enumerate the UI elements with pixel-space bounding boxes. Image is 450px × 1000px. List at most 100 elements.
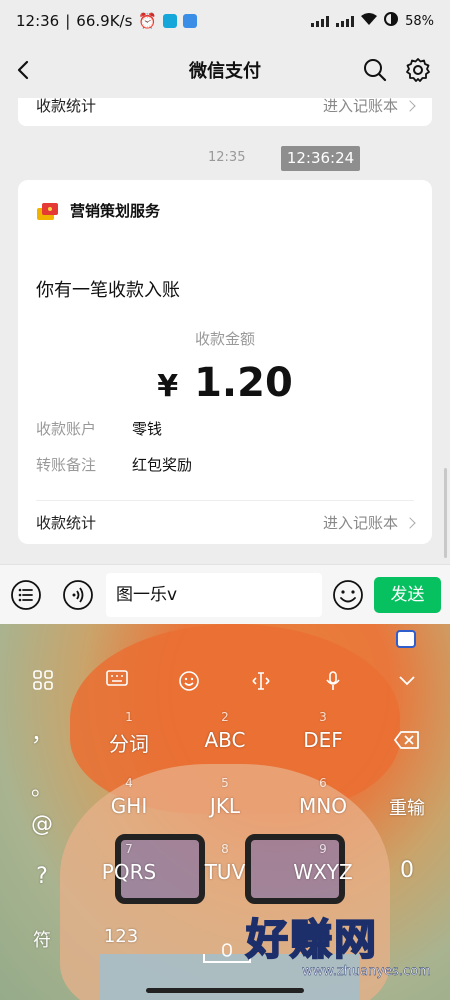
ledger-link[interactable]: 进入记账本	[322, 98, 416, 116]
emoji-icon[interactable]	[178, 670, 200, 692]
message-notification-icon	[183, 14, 198, 28]
key-number: 2	[221, 710, 229, 724]
t9-key-1[interactable]: 1 分词	[96, 710, 162, 756]
keyboard: ， 。 @ ? 符 1 分词 2 ABC 3 DEF 4 GHI 5 JKL 6…	[0, 624, 450, 1000]
ledger-link-text: 进入记账本	[322, 514, 398, 532]
key-label: DEF	[303, 728, 343, 752]
key-number: 6	[319, 776, 327, 790]
t9-key-5[interactable]: 5 JKL	[192, 776, 258, 822]
chevron-right-icon	[404, 516, 416, 529]
alarm-icon: ⏰	[138, 12, 158, 30]
voice-icon[interactable]	[62, 579, 94, 611]
t9-key-7[interactable]: 7 PQRS	[90, 842, 168, 888]
remark-label: 转账备注	[36, 456, 97, 474]
at-key[interactable]: @	[22, 812, 62, 837]
previous-message-card[interactable]: 收款统计 进入记账本	[18, 98, 432, 126]
reset-key[interactable]: 重输	[384, 794, 430, 820]
emoji-icon[interactable]	[332, 579, 364, 611]
key-number: 8	[221, 842, 229, 856]
signal-icon	[311, 15, 330, 27]
t9-key-2[interactable]: 2 ABC	[192, 710, 258, 756]
input-bar: 图一乐v 发送	[0, 564, 450, 624]
t9-key-8[interactable]: 8 TUV	[192, 842, 258, 888]
ledger-link[interactable]: 进入记账本	[322, 512, 416, 533]
numeric-key[interactable]: 123	[96, 924, 146, 954]
currency-symbol: ¥	[157, 369, 179, 404]
amount-value: 1.20	[194, 360, 293, 406]
network-speed: 66.9K/s	[76, 12, 133, 30]
key-label: TUV	[204, 860, 246, 884]
key-number: 1	[125, 710, 133, 724]
watermark-text: 好赚网	[245, 914, 379, 965]
search-icon[interactable]	[362, 57, 388, 83]
card-divider	[36, 500, 414, 501]
remark-row: 转账备注 红包奖励	[36, 454, 192, 475]
ledger-link-text: 进入记账本	[322, 98, 398, 115]
key-number: 9	[319, 842, 327, 856]
back-icon[interactable]	[10, 56, 38, 84]
home-indicator[interactable]	[146, 988, 304, 993]
wifi-icon	[361, 12, 378, 30]
key-label: 分词	[109, 732, 149, 756]
card-header: 营销策划服务	[36, 200, 160, 221]
stats-label: 收款统计	[36, 514, 97, 532]
stats-label: 收款统计	[36, 98, 97, 115]
chat-area[interactable]: 收款统计 进入记账本 12:35 12:36:24 营销策划服务 你有一笔收款入…	[0, 98, 450, 564]
ime-mascot-icon[interactable]	[396, 630, 416, 648]
t9-key-4[interactable]: 4 GHI	[96, 776, 162, 822]
gear-icon[interactable]	[404, 56, 432, 84]
cursor-icon[interactable]	[250, 670, 272, 692]
key-number: 5	[221, 776, 229, 790]
key-label: GHI	[110, 794, 148, 818]
keyboard-toolbar	[0, 664, 450, 698]
payment-message: 你有一笔收款入账	[36, 280, 180, 301]
watermark-logo: 好赚网 www.zhuanyes.com	[232, 900, 442, 1000]
account-row: 收款账户 零钱	[36, 418, 162, 439]
battery-icon	[384, 12, 399, 30]
status-bar: 12:36 | 66.9K/s ⏰ 58%	[0, 0, 450, 42]
signal-icon-2	[336, 15, 355, 27]
key-label: WXYZ	[293, 860, 353, 884]
t9-key-3[interactable]: 3 DEF	[290, 710, 356, 756]
backspace-icon[interactable]	[384, 730, 430, 755]
payment-notification-card[interactable]: 营销策划服务 你有一笔收款入账 收款金额 ¥1.20 收款账户 零钱 转账备注 …	[18, 180, 432, 544]
question-key[interactable]: ?	[22, 864, 62, 889]
time-badge: 12:36:24	[281, 146, 360, 171]
key-label: 123	[103, 926, 139, 947]
amount-display: ¥1.20	[18, 360, 432, 406]
send-button[interactable]: 发送	[374, 577, 441, 613]
message-input[interactable]: 图一乐v	[106, 573, 322, 617]
t9-key-9[interactable]: 9 WXYZ	[284, 842, 362, 888]
key-number: 3	[319, 710, 327, 724]
scrollbar[interactable]	[444, 468, 447, 558]
zero-key[interactable]: 0	[384, 858, 430, 883]
collapse-keyboard-icon[interactable]	[396, 670, 418, 692]
service-name: 营销策划服务	[70, 202, 161, 220]
amount-label: 收款金额	[194, 330, 255, 348]
nav-bar: 微信支付	[0, 42, 450, 98]
status-divider: |	[65, 12, 71, 30]
key-label: PQRS	[101, 860, 157, 884]
watermark-url: www.zhuanyes.com	[302, 964, 431, 979]
account-label: 收款账户	[36, 420, 97, 438]
message-time: 12:35	[208, 150, 246, 165]
key-number: 4	[125, 776, 133, 790]
account-value: 零钱	[132, 420, 163, 438]
red-envelope-icon	[36, 201, 60, 221]
microphone-icon[interactable]	[322, 670, 344, 692]
symbol-key[interactable]: 符	[22, 926, 62, 952]
comma-key[interactable]: ，	[22, 716, 62, 748]
chevron-right-icon	[404, 99, 416, 112]
card-footer[interactable]: 收款统计 进入记账本	[36, 512, 416, 533]
battery-percent: 58%	[405, 13, 434, 29]
t9-key-6[interactable]: 6 MNO	[290, 776, 356, 822]
status-time: 12:36	[16, 12, 60, 30]
key-label: ABC	[204, 728, 246, 752]
period-key[interactable]: 。	[22, 770, 62, 802]
apps-grid-icon[interactable]	[32, 670, 54, 692]
app-notification-icon	[163, 14, 178, 28]
menu-list-icon[interactable]	[10, 579, 42, 611]
key-label: JKL	[209, 794, 241, 818]
timestamp-row: 12:35 12:36:24	[0, 146, 450, 171]
keyboard-icon[interactable]	[106, 670, 128, 692]
